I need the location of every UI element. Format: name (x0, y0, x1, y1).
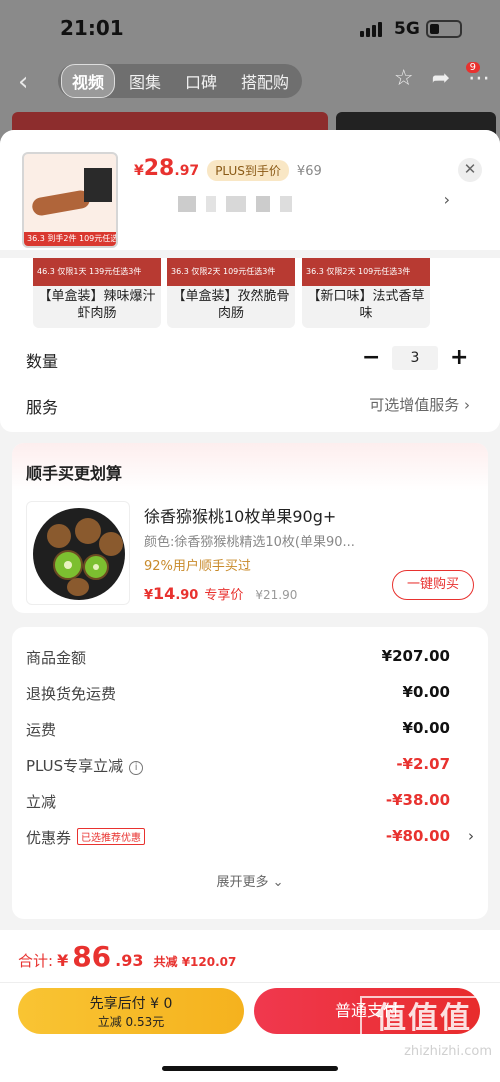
checkout-bar: 合计: ¥ 86 .93 共减 ¥120.07 先享后付 ¥ 0 立减 0.53… (0, 930, 500, 1082)
variant-label: 【单盒装】辣味爆汁虾肉肠 (38, 289, 156, 321)
close-icon[interactable]: ✕ (458, 158, 482, 182)
summary-row-return-shipping: 退换货免运费 ¥0.00 (26, 683, 450, 703)
summary-row-coupon[interactable]: 优惠券 已选推荐优惠 -¥80.00 › (26, 827, 474, 851)
service-selector[interactable]: 可选增值服务 › (369, 394, 470, 415)
battery-icon (426, 20, 462, 38)
header-actions: ☆ ➦ ⋯ 9 (394, 62, 490, 91)
plus-price: ¥28.97 (134, 156, 200, 181)
info-icon[interactable]: i (129, 761, 144, 775)
network-label: 5G (394, 19, 420, 39)
upsell-product-spec: 颜色:徐香猕猴桃精选10枚(单果90... (144, 535, 355, 550)
back-arrow-icon[interactable]: ‹ (18, 68, 42, 96)
order-summary-card: 商品金额 ¥207.00 退换货免运费 ¥0.00 运费 ¥0.00 PLUS专… (12, 627, 488, 919)
kiwi-product-image[interactable] (26, 501, 130, 605)
upsell-product-name[interactable]: 徐香猕猴桃10枚单果90g+ (144, 503, 336, 527)
total-label: 合计: (18, 952, 54, 970)
coupon-recommended-tag: 已选推荐优惠 (77, 828, 146, 845)
service-label: 服务 (26, 398, 59, 417)
tab-reviews[interactable]: 口碑 (175, 65, 227, 97)
one-click-buy-button[interactable]: 一键购买 (392, 570, 474, 600)
media-tabs: 视频 图集 口碑 搭配购 (58, 64, 303, 98)
summary-row-shipping: 运费 ¥0.00 (26, 719, 450, 739)
product-thumbnail[interactable]: 36.3 到手2件 109元任选3件 (22, 152, 118, 248)
signal-icon (360, 22, 382, 37)
home-indicator[interactable] (162, 1066, 338, 1071)
upsell-price-row: ¥14.90 专享价 ¥21.90 (144, 584, 297, 603)
kiwi-half (83, 554, 109, 580)
chevron-right-icon[interactable]: › (444, 190, 450, 209)
variant-list: 46.3 仅限1天 139元任选3件 【单盒装】辣味爆汁虾肉肠 36.3 仅限2… (0, 258, 500, 328)
kiwi (67, 578, 89, 596)
summary-row-goods: 商品金额 ¥207.00 (26, 647, 450, 667)
quantity-service-section: 数量 − 3 + 服务 (0, 328, 500, 432)
kiwi (47, 524, 71, 548)
total-discount: 共减 ¥120.07 (153, 955, 237, 969)
expand-more-button[interactable]: 展开更多 ⌄ (12, 871, 488, 890)
increase-button[interactable]: + (450, 345, 468, 370)
price-row: ¥28.97 PLUS到手价 ¥69 (134, 156, 322, 181)
upsell-price: ¥14.90 (144, 584, 199, 603)
kiwi-half (53, 550, 83, 580)
total-amount: 86 (72, 940, 112, 973)
quantity-label: 数量 (26, 352, 59, 371)
tab-gallery[interactable]: 图集 (119, 65, 171, 97)
quantity-stepper: − 3 + (362, 345, 468, 370)
thumbnail-promo-strip: 36.3 到手2件 109元任选3件 (24, 232, 116, 246)
upsell-title: 顺手买更划算 (26, 464, 123, 483)
purchase-sheet: 36.3 到手2件 109元任选3件 ¥28.97 PLUS到手价 ¥69 › … (0, 130, 500, 1082)
product-page-header: ‹ 视频 图集 口碑 搭配购 ☆ ➦ ⋯ 9 (0, 56, 500, 110)
watermark-text: zhizhizhi.com (404, 1044, 492, 1059)
variant-image: 36.3 仅限2天 109元任选3件 (302, 258, 430, 286)
order-total: 合计: ¥ 86 .93 共减 ¥120.07 (18, 940, 237, 973)
upsell-popularity: 92%用户顺手买过 (144, 559, 251, 574)
selected-product-header: 36.3 到手2件 109元任选3件 ¥28.97 PLUS到手价 ¥69 › … (0, 130, 500, 250)
blurred-address (178, 196, 292, 212)
status-bar: 21:01 5G (0, 0, 500, 56)
divider (0, 982, 500, 983)
tab-bundle[interactable]: 搭配购 (231, 65, 299, 97)
exclusive-price-label: 专享价 (204, 588, 244, 603)
chevron-right-icon[interactable]: › (468, 827, 474, 845)
more-icon[interactable]: ⋯ 9 (465, 62, 490, 91)
kiwi (75, 518, 101, 544)
service-value: 可选增值服务 (369, 396, 460, 414)
variant-option[interactable]: 46.3 仅限1天 139元任选3件 【单盒装】辣味爆汁虾肉肠 (33, 258, 161, 328)
message-badge: 9 (465, 62, 480, 73)
summary-row-instant-discount: 立减 -¥38.00 (26, 791, 450, 811)
variant-image: 46.3 仅限1天 139元任选3件 (33, 258, 161, 286)
share-icon[interactable]: ➦ (432, 66, 450, 91)
plus-price-tag: PLUS到手价 (207, 160, 289, 181)
upsell-original-price: ¥21.90 (255, 588, 298, 602)
sausage-image (30, 189, 92, 217)
tab-video[interactable]: 视频 (61, 64, 116, 98)
chevron-down-icon: ⌄ (272, 875, 284, 890)
decrease-button[interactable]: − (362, 345, 380, 370)
watermark-logo: 值值值 (360, 996, 488, 1042)
variant-label: 【单盒装】孜然脆骨肉肠 (172, 289, 290, 321)
kiwi (99, 532, 123, 556)
variant-image: 36.3 仅限2天 109元任选3件 (167, 258, 295, 286)
upsell-card: 顺手买更划算 徐香猕猴桃10枚单果90g+ 颜色:徐香猕猴桃精选10枚(单果90… (12, 443, 488, 613)
variant-label: 【新口味】法式香草味 (307, 289, 425, 321)
star-icon[interactable]: ☆ (394, 66, 414, 91)
quantity-input[interactable]: 3 (392, 345, 438, 370)
status-time: 21:01 (60, 16, 124, 40)
original-price: ¥69 (296, 164, 322, 179)
summary-row-plus-discount: PLUS专享立减 i -¥2.07 (26, 755, 450, 775)
variant-option[interactable]: 36.3 仅限2天 109元任选3件 【新口味】法式香草味 (302, 258, 430, 328)
pay-later-button[interactable]: 先享后付 ¥ 0 立减 0.53元 (18, 988, 244, 1034)
variant-option[interactable]: 36.3 仅限2天 109元任选3件 【单盒装】孜然脆骨肉肠 (167, 258, 295, 328)
package-image (84, 168, 112, 202)
